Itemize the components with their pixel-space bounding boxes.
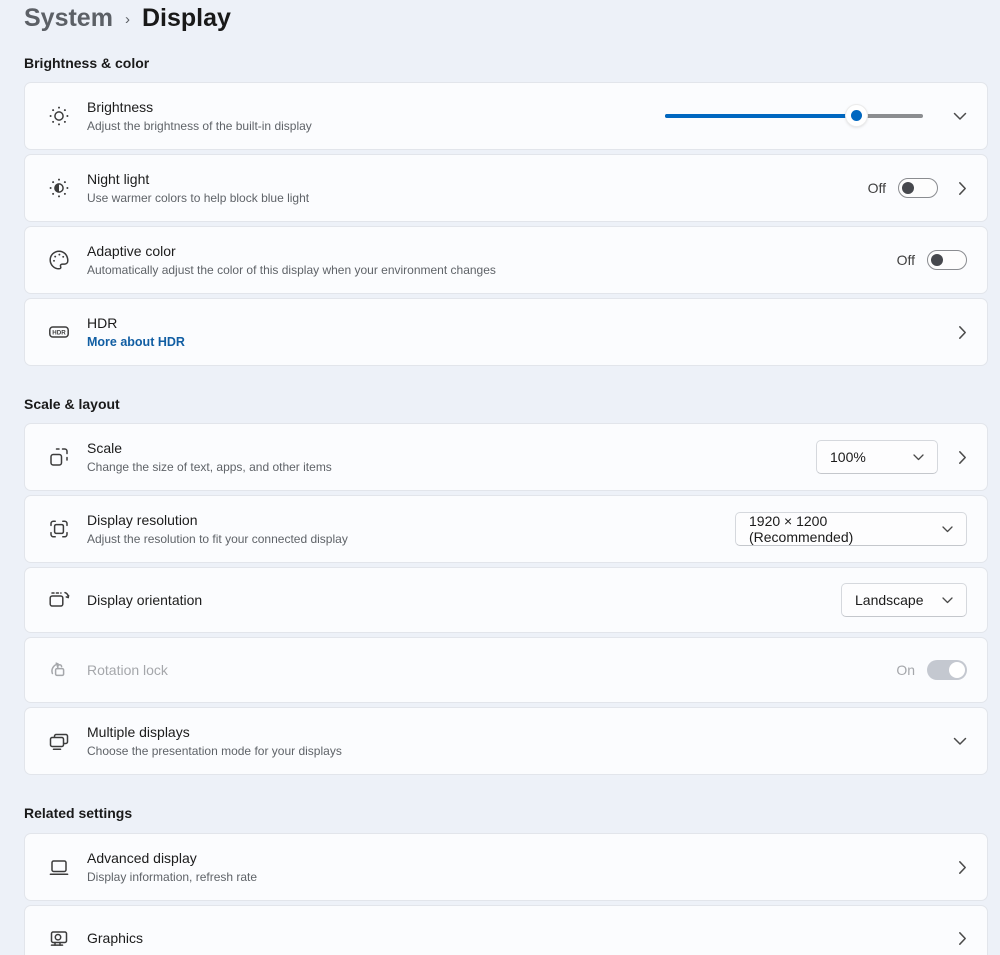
section-title-related-settings: Related settings [24, 805, 988, 821]
scale-icon [47, 445, 71, 469]
resolution-dropdown[interactable]: 1920 × 1200 (Recommended) [735, 512, 967, 546]
chevron-down-icon[interactable] [953, 737, 967, 746]
hdr-icon: HDR [47, 320, 71, 344]
svg-text:HDR: HDR [52, 330, 66, 337]
rotation-lock-toggle [927, 660, 967, 680]
section-title-scale-layout: Scale & layout [24, 396, 988, 412]
orientation-dropdown[interactable]: Landscape [841, 583, 967, 617]
night-light-toggle[interactable] [898, 178, 938, 198]
display-resolution-icon [47, 517, 71, 541]
chevron-right-icon[interactable] [958, 325, 967, 340]
chevron-right-icon[interactable] [958, 860, 967, 875]
breadcrumb: System › Display [24, 2, 988, 33]
setting-subtitle: Use warmer colors to help block blue lig… [87, 190, 868, 206]
setting-row-scale[interactable]: Scale Change the size of text, apps, and… [24, 423, 988, 491]
brightness-slider[interactable] [665, 106, 923, 126]
breadcrumb-separator-icon: › [125, 11, 130, 28]
night-light-icon [47, 176, 71, 200]
setting-row-hdr[interactable]: HDR HDR More about HDR [24, 298, 988, 366]
setting-row-brightness[interactable]: Brightness Adjust the brightness of the … [24, 82, 988, 150]
setting-subtitle: Automatically adjust the color of this d… [87, 262, 897, 278]
rotation-lock-icon [47, 658, 71, 682]
advanced-display-icon [47, 855, 71, 879]
setting-title: Scale [87, 439, 816, 458]
breadcrumb-system[interactable]: System [24, 4, 113, 33]
scale-dropdown-value: 100% [830, 449, 866, 465]
more-about-hdr-link[interactable]: More about HDR [87, 334, 938, 351]
setting-row-display-orientation[interactable]: Display orientation Landscape [24, 567, 988, 633]
resolution-dropdown-value: 1920 × 1200 (Recommended) [749, 513, 924, 545]
scale-dropdown[interactable]: 100% [816, 440, 938, 474]
chevron-down-icon [942, 526, 953, 533]
setting-row-adaptive-color[interactable]: Adaptive color Automatically adjust the … [24, 226, 988, 294]
setting-title: Night light [87, 170, 868, 189]
setting-title: Display resolution [87, 511, 735, 530]
setting-subtitle: Adjust the brightness of the built-in di… [87, 118, 665, 134]
brightness-slider-track[interactable] [665, 114, 923, 118]
setting-title: Brightness [87, 98, 665, 117]
night-light-state-label: Off [868, 180, 886, 196]
setting-title: Display orientation [87, 591, 841, 610]
setting-subtitle: Display information, refresh rate [87, 869, 938, 885]
chevron-down-icon [942, 597, 953, 604]
setting-title: Adaptive color [87, 242, 897, 261]
setting-title: Advanced display [87, 849, 938, 868]
brightness-slider-fill [665, 114, 856, 118]
adaptive-color-state-label: Off [897, 252, 915, 268]
setting-subtitle: Change the size of text, apps, and other… [87, 459, 816, 475]
setting-subtitle: Choose the presentation mode for your di… [87, 743, 941, 759]
brightness-icon [47, 104, 71, 128]
chevron-down-icon [913, 454, 924, 461]
brightness-slider-thumb[interactable] [846, 105, 867, 126]
setting-row-advanced-display[interactable]: Advanced display Display information, re… [24, 833, 988, 901]
setting-row-rotation-lock: Rotation lock On [24, 637, 988, 703]
setting-row-display-resolution[interactable]: Display resolution Adjust the resolution… [24, 495, 988, 563]
chevron-right-icon[interactable] [958, 181, 967, 196]
chevron-right-icon[interactable] [958, 450, 967, 465]
chevron-down-icon[interactable] [953, 112, 967, 121]
display-orientation-icon [47, 588, 71, 612]
adaptive-color-toggle[interactable] [927, 250, 967, 270]
setting-row-graphics[interactable]: Graphics [24, 905, 988, 955]
setting-row-multiple-displays[interactable]: Multiple displays Choose the presentatio… [24, 707, 988, 775]
palette-icon [47, 248, 71, 272]
rotation-lock-state-label: On [896, 662, 915, 678]
orientation-dropdown-value: Landscape [855, 592, 924, 608]
page-title: Display [142, 4, 231, 33]
chevron-right-icon[interactable] [958, 931, 967, 946]
multiple-displays-icon [47, 729, 71, 753]
section-title-brightness-color: Brightness & color [24, 55, 988, 71]
setting-row-night-light[interactable]: Night light Use warmer colors to help bl… [24, 154, 988, 222]
setting-title: Multiple displays [87, 723, 941, 742]
setting-title: Graphics [87, 929, 938, 948]
setting-subtitle: Adjust the resolution to fit your connec… [87, 531, 735, 547]
setting-title: Rotation lock [87, 661, 896, 680]
display-settings-page: System › Display Brightness & color Brig… [0, 0, 1000, 955]
setting-title: HDR [87, 314, 938, 333]
graphics-gpu-icon [47, 926, 71, 950]
